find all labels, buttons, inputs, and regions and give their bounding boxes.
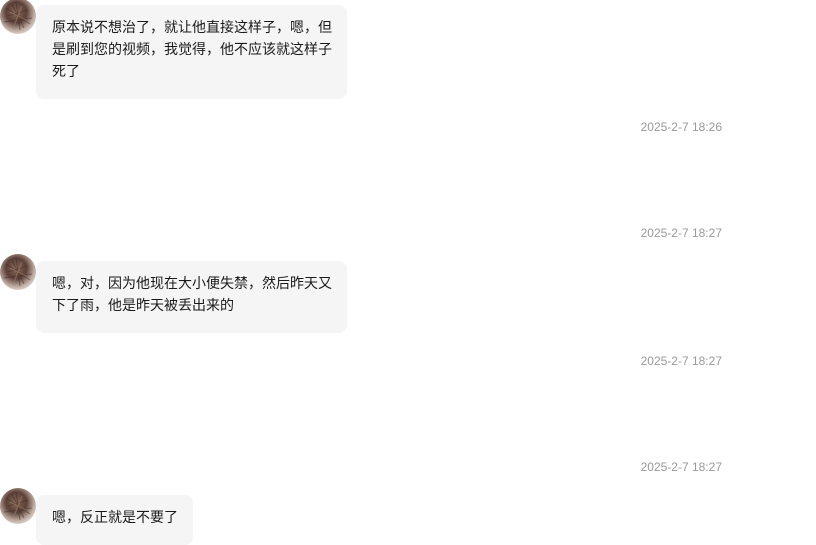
message-timestamp: 2025-2-7 18:26 — [640, 120, 722, 134]
message-timestamp: 2025-2-7 18:27 — [640, 354, 722, 368]
sender-avatar[interactable] — [0, 254, 36, 290]
message-text: 嗯，反正就是不要了 — [52, 510, 178, 526]
message-text: 原本说不想治了，就让他直接这样子，嗯，但是刷到您的视频，我觉得，他不应该就这样子… — [52, 20, 332, 80]
message-bubble[interactable]: 嗯，对，因为他现在大小便失禁，然后昨天又下了雨，他是昨天被丢出来的 — [36, 261, 347, 333]
user-avatar-icon — [3, 1, 33, 31]
user-avatar-icon — [3, 257, 33, 287]
message-timestamp: 2025-2-7 18:27 — [640, 460, 722, 474]
sender-avatar[interactable] — [0, 0, 36, 34]
message-bubble[interactable]: 嗯，反正就是不要了 — [36, 495, 193, 545]
message-text: 嗯，对，因为他现在大小便失禁，然后昨天又下了雨，他是昨天被丢出来的 — [52, 276, 332, 314]
message-timestamp: 2025-2-7 18:27 — [640, 226, 722, 240]
message-bubble[interactable]: 原本说不想治了，就让他直接这样子，嗯，但是刷到您的视频，我觉得，他不应该就这样子… — [36, 5, 347, 99]
sender-avatar[interactable] — [0, 488, 36, 524]
user-avatar-icon — [3, 491, 33, 521]
